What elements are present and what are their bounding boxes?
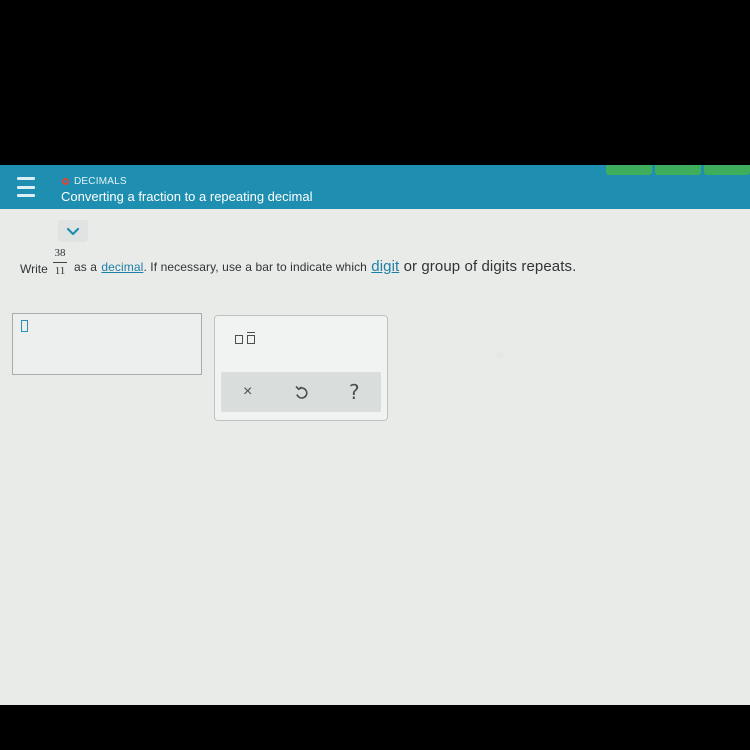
- app-screen: DECIMALS Converting a fraction to a repe…: [0, 165, 750, 705]
- undo-button[interactable]: [286, 377, 316, 407]
- repeating-bar-icon: [247, 331, 255, 344]
- fraction-bar: [53, 262, 67, 263]
- answer-input[interactable]: [12, 313, 202, 375]
- page-title: Converting a fraction to a repeating dec…: [61, 189, 313, 204]
- collapse-toggle[interactable]: [58, 220, 88, 242]
- topic-label: DECIMALS: [62, 176, 127, 187]
- header-bar: DECIMALS Converting a fraction to a repe…: [0, 165, 750, 209]
- top-tab-1[interactable]: [606, 165, 652, 175]
- math-tool-panel: × ?: [214, 315, 388, 421]
- input-cursor: [21, 320, 28, 332]
- top-tab-2[interactable]: [655, 165, 701, 175]
- question-prompt: Write 38 11 as a decimal. If necessary, …: [20, 245, 740, 285]
- repeating-bar-button[interactable]: [235, 330, 265, 348]
- question-text: as a decimal. If necessary, use a bar to…: [74, 258, 576, 275]
- topic-text: DECIMALS: [74, 176, 127, 187]
- question-write-word: Write: [20, 262, 48, 276]
- help-button[interactable]: ?: [339, 377, 369, 407]
- decimal-link[interactable]: decimal: [101, 260, 143, 274]
- menu-icon[interactable]: [14, 177, 38, 197]
- topic-status-dot: [62, 178, 69, 185]
- top-tab-3[interactable]: [704, 165, 750, 175]
- box-icon: [235, 334, 243, 344]
- question-middle: . If necessary, use a bar to indicate wh…: [143, 260, 367, 274]
- chevron-down-icon: [66, 227, 80, 235]
- question-fraction: 38 11: [52, 247, 68, 277]
- clear-button[interactable]: ×: [233, 377, 263, 407]
- question-end: or group of digits repeats.: [403, 258, 577, 275]
- top-tabs: [603, 165, 750, 175]
- undo-icon: [295, 385, 308, 399]
- fraction-denominator: 11: [54, 265, 66, 277]
- digit-link[interactable]: digit: [371, 258, 399, 275]
- question-as-a: as a: [74, 260, 98, 274]
- fraction-numerator: 38: [54, 247, 66, 259]
- decorative-dot: [496, 351, 504, 359]
- tool-action-bar: × ?: [221, 372, 381, 412]
